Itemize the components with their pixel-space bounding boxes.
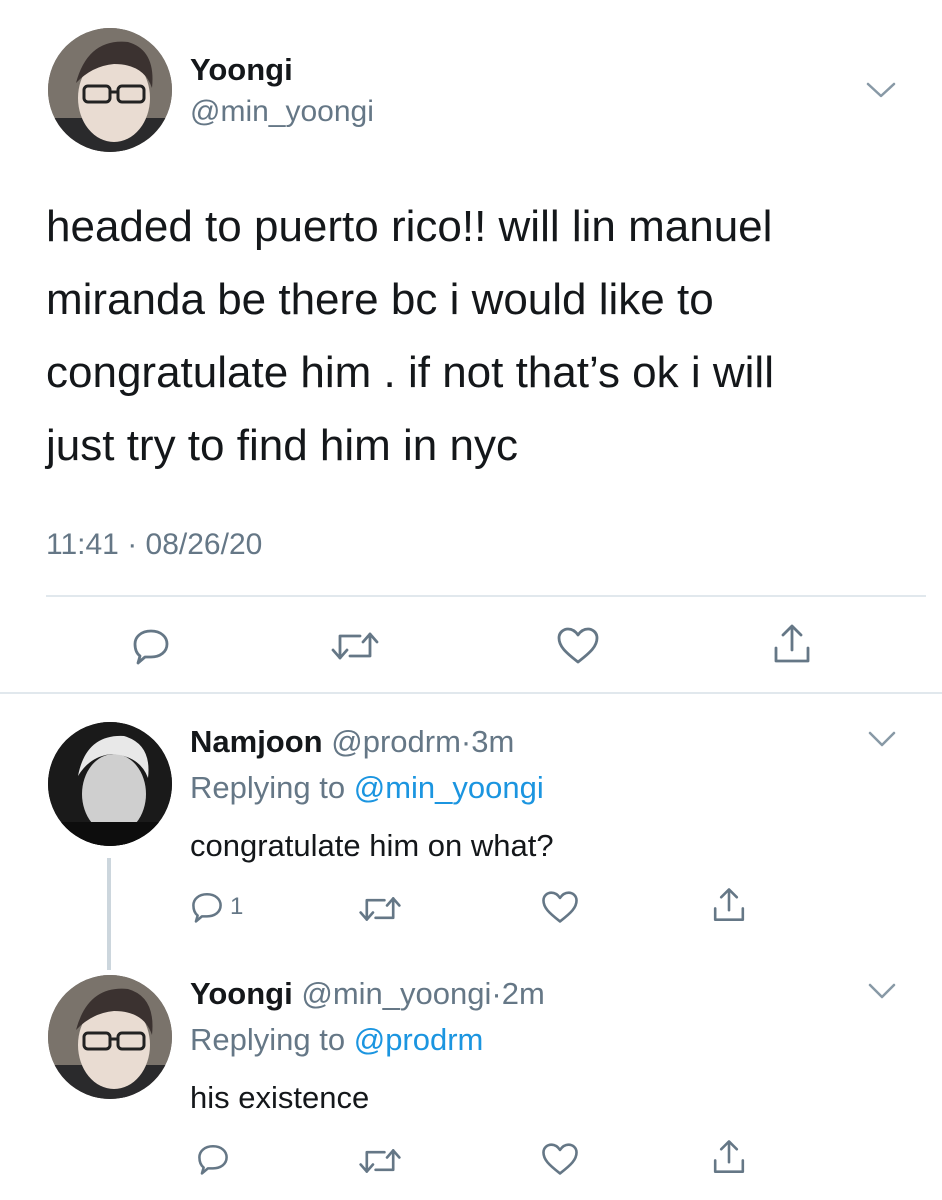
- chevron-down-icon[interactable]: [864, 78, 898, 102]
- tweet-text-line: congratulate him . if not that’s ok i wi…: [46, 348, 774, 397]
- like-icon: [557, 627, 599, 664]
- reply-count: 1: [230, 893, 244, 920]
- mention-link[interactable]: @prodrm: [354, 1022, 484, 1057]
- like-icon: [542, 891, 578, 923]
- avatar[interactable]: [48, 722, 172, 846]
- tweet-text: headed to puerto rico!! will lin manuel …: [46, 190, 774, 482]
- chevron-down-icon[interactable]: [866, 728, 898, 750]
- replying-to: Replying to @min_yoongi: [190, 770, 544, 806]
- reply-button[interactable]: [196, 1142, 230, 1176]
- reply-icon: [192, 892, 222, 923]
- avatar[interactable]: [48, 975, 172, 1099]
- share-icon: [713, 888, 745, 921]
- like-button[interactable]: [540, 1142, 580, 1177]
- replying-prefix: Replying to: [190, 770, 346, 805]
- reply-text: his existence: [190, 1080, 370, 1115]
- separator-dot: ·: [127, 528, 138, 561]
- handle[interactable]: @prodrm: [331, 724, 461, 759]
- divider: [46, 595, 926, 597]
- retweet-icon: [331, 632, 379, 660]
- chevron-down-icon[interactable]: [866, 980, 898, 1002]
- share-button[interactable]: [710, 886, 748, 924]
- replying-to: Replying to @prodrm: [190, 1022, 483, 1058]
- handle[interactable]: @min_yoongi: [190, 95, 374, 129]
- display-name[interactable]: Yoongi: [190, 52, 293, 88]
- tweet-text-line: headed to puerto rico!! will lin manuel: [46, 202, 773, 251]
- avatar[interactable]: [48, 28, 172, 152]
- display-name[interactable]: Namjoon: [190, 724, 323, 759]
- divider: [0, 692, 942, 694]
- share-icon: [713, 1140, 745, 1173]
- mention-link[interactable]: @min_yoongi: [354, 770, 544, 805]
- reply-time[interactable]: 3m: [471, 724, 514, 759]
- tweet-time: 11:41: [46, 528, 119, 561]
- tweet-text-line: just try to find him in nyc: [46, 421, 518, 470]
- share-button[interactable]: [770, 622, 814, 666]
- separator-dot: ·: [491, 976, 502, 1011]
- tweet-text-line: miranda be there bc i would like to: [46, 275, 714, 324]
- share-button[interactable]: [710, 1138, 748, 1176]
- reply-icon: [133, 629, 169, 665]
- reply-icon: [198, 1144, 228, 1175]
- retweet-button[interactable]: [358, 893, 402, 925]
- retweet-button[interactable]: [358, 1145, 402, 1177]
- like-button[interactable]: [540, 890, 580, 925]
- retweet-icon: [359, 897, 401, 921]
- separator-dot: ·: [460, 724, 472, 759]
- tweet-date: 08/26/20: [145, 528, 263, 561]
- reply-header: Namjoon @prodrm·3m: [190, 724, 514, 760]
- timestamp[interactable]: 11:41 · 08/26/20: [46, 528, 262, 562]
- reply-time[interactable]: 2m: [502, 976, 545, 1011]
- retweet-button[interactable]: [330, 628, 380, 664]
- like-button[interactable]: [555, 626, 601, 666]
- reply-button[interactable]: 1: [190, 890, 243, 924]
- thread-line: [107, 858, 111, 970]
- share-icon: [774, 624, 810, 663]
- retweet-icon: [359, 1149, 401, 1173]
- reply-text: congratulate him on what?: [190, 828, 554, 863]
- reply-header: Yoongi @min_yoongi·2m: [190, 976, 545, 1012]
- display-name[interactable]: Yoongi: [190, 976, 293, 1011]
- replying-prefix: Replying to: [190, 1022, 346, 1057]
- like-icon: [542, 1143, 578, 1175]
- handle[interactable]: @min_yoongi: [301, 976, 491, 1011]
- reply-button[interactable]: [131, 626, 171, 666]
